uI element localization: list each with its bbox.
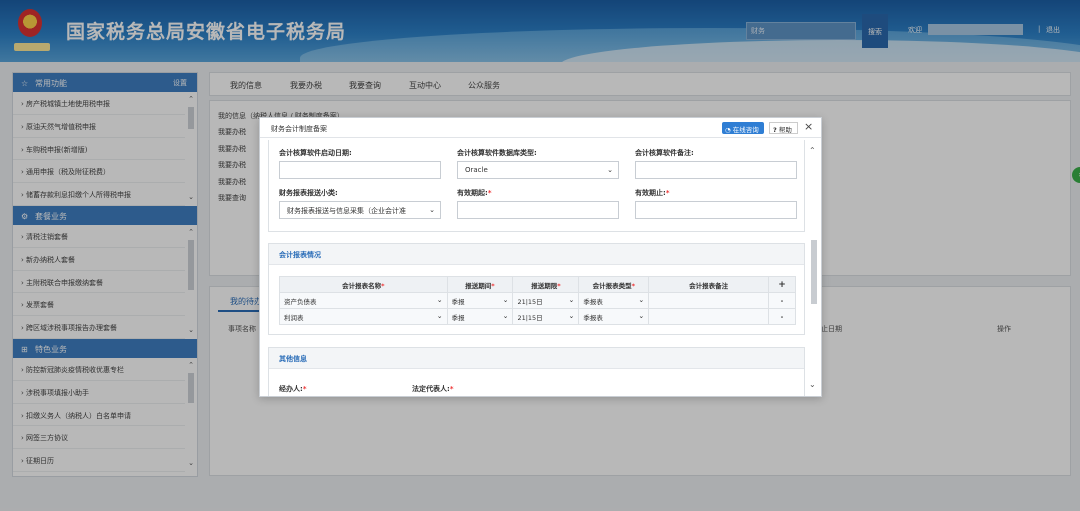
online-help-button[interactable]: ◔ 在线咨询: [722, 122, 764, 134]
valid-from-label: 有效期起:*: [457, 189, 492, 197]
valid-from-input[interactable]: [457, 201, 619, 219]
remove-row-button[interactable]: -: [768, 292, 796, 309]
section-title: 其他信息: [269, 348, 804, 369]
start-date-label: 会计核算软件启动日期:: [279, 149, 352, 157]
report-name-select[interactable]: 资产负债表 ⌄: [279, 292, 448, 309]
report-table: 会计报表名称* 报送期间* 报送期限* 会计报表类型* 会计报表备注 + 资产负…: [279, 276, 796, 325]
section-title: 会计报表情况: [269, 244, 804, 265]
table-row: 利润表 ⌄ 季报 ⌄ 21|15日 ⌄ 季报表 ⌄ -: [279, 308, 796, 325]
col-header: 会计报表名称*: [279, 276, 448, 293]
report-deadline-select[interactable]: 21|15日 ⌄: [512, 292, 580, 309]
chevron-down-icon: ⌄: [638, 312, 645, 320]
remove-row-button[interactable]: -: [768, 308, 796, 325]
col-header: 会计报表备注: [648, 276, 769, 293]
col-header: 报送期间*: [446, 276, 514, 293]
other-info-section: 其他信息 经办人:* 法定代表人:*: [268, 347, 805, 396]
report-period-select[interactable]: 季报 ⌄: [446, 292, 514, 309]
scroll-down-icon[interactable]: ⌄: [809, 380, 816, 389]
report-name-select[interactable]: 利润表 ⌄: [279, 308, 448, 325]
report-remark-input[interactable]: [648, 308, 769, 325]
add-row-button[interactable]: +: [768, 276, 796, 293]
table-row: 资产负债表 ⌄ 季报 ⌄ 21|15日 ⌄ 季报表 ⌄ -: [279, 292, 796, 309]
col-header: 会计报表类型*: [578, 276, 650, 293]
valid-to-input[interactable]: [635, 201, 797, 219]
report-period-select[interactable]: 季报 ⌄: [446, 308, 514, 325]
chevron-down-icon: ⌄: [429, 206, 435, 214]
report-deadline-select[interactable]: 21|15日 ⌄: [512, 308, 580, 325]
handler-label: 经办人:*: [279, 385, 307, 393]
software-remark-input[interactable]: [635, 161, 797, 179]
chevron-down-icon: ⌄: [436, 312, 443, 320]
db-type-label: 会计核算软件数据库类型:: [457, 149, 537, 157]
dialog-header: 财务会计制度备案 ◔ 在线咨询 ? 帮助 ×: [260, 118, 821, 138]
chat-icon: ◔: [725, 126, 731, 134]
dialog-body: 会计核算软件启动日期: 会计核算软件数据库类型: Oracle ⌄ 会计核算软件备…: [268, 140, 805, 396]
remark-label: 会计核算软件备注:: [635, 149, 694, 157]
legal-rep-label: 法定代表人:*: [412, 385, 454, 393]
db-type-select[interactable]: Oracle ⌄: [457, 161, 619, 179]
start-date-input[interactable]: [279, 161, 441, 179]
finance-system-dialog: 财务会计制度备案 ◔ 在线咨询 ? 帮助 × 会计核算软件启动日期: 会计核算软…: [259, 117, 822, 397]
report-remark-input[interactable]: [648, 292, 769, 309]
question-icon: ?: [773, 126, 777, 134]
chevron-down-icon: ⌄: [502, 296, 509, 304]
report-type-select[interactable]: 季报表 ⌄: [578, 292, 650, 309]
report-subclass-label: 财务报表报送小类:: [279, 189, 338, 197]
scroll-up-icon[interactable]: ⌃: [809, 146, 816, 155]
report-section: 会计报表情况 会计报表名称* 报送期间* 报送期限* 会计报表类型* 会计报表备…: [268, 243, 805, 335]
close-icon[interactable]: ×: [804, 120, 813, 133]
chevron-down-icon: ⌄: [568, 312, 575, 320]
report-subclass-select[interactable]: 财务报表报送与信息采集（企业会计准 ⌄: [279, 201, 441, 219]
chevron-down-icon: ⌄: [436, 296, 443, 304]
chevron-down-icon: ⌄: [638, 296, 645, 304]
table-header-row: 会计报表名称* 报送期间* 报送期限* 会计报表类型* 会计报表备注 +: [279, 276, 796, 293]
software-info-box: 会计核算软件启动日期: 会计核算软件数据库类型: Oracle ⌄ 会计核算软件备…: [268, 140, 805, 232]
dialog-scrollbar[interactable]: ⌃ ⌄: [809, 142, 819, 392]
chevron-down-icon: ⌄: [607, 166, 613, 174]
col-header: 报送期限*: [512, 276, 580, 293]
valid-to-label: 有效期止:*: [635, 189, 670, 197]
chevron-down-icon: ⌄: [502, 312, 509, 320]
scroll-thumb[interactable]: [811, 240, 817, 304]
report-type-select[interactable]: 季报表 ⌄: [578, 308, 650, 325]
dialog-title: 财务会计制度备案: [271, 125, 327, 133]
chevron-down-icon: ⌄: [568, 296, 575, 304]
help-button[interactable]: ? 帮助: [769, 122, 798, 134]
